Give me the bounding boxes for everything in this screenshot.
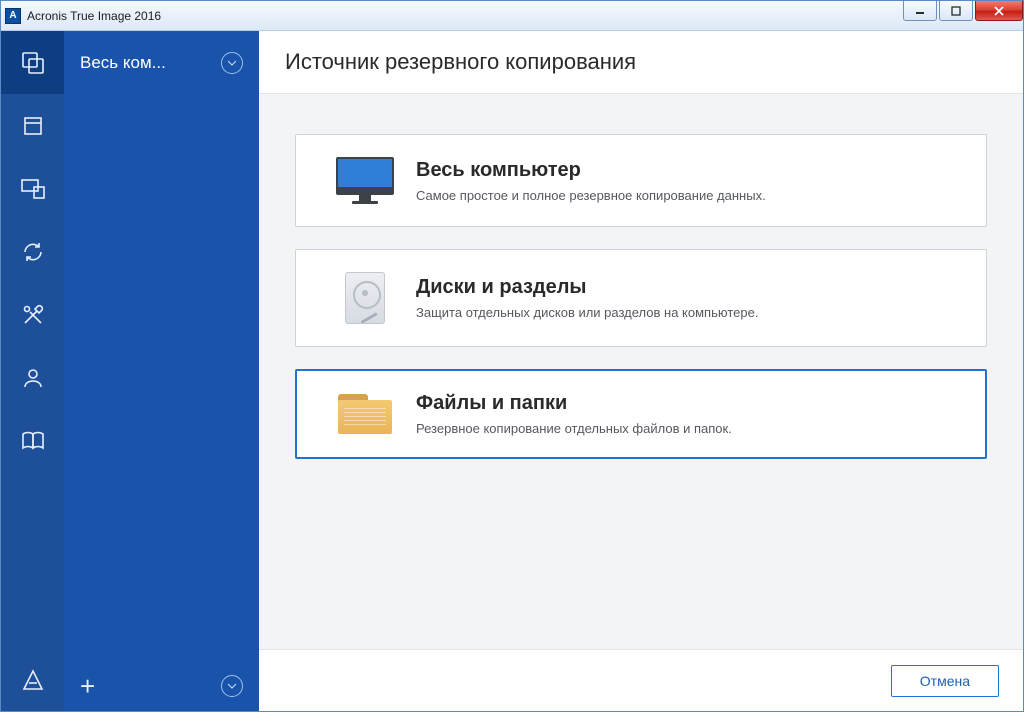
backup-icon — [20, 50, 46, 76]
main-header: Источник резервного копирования — [259, 31, 1023, 94]
monitor-icon — [324, 157, 406, 204]
nav-refresh[interactable] — [1, 220, 64, 283]
nav-brand[interactable] — [1, 648, 64, 711]
folder-icon — [324, 394, 406, 434]
option-disks-partitions[interactable]: Диски и разделы Защита отдельных дисков … — [295, 249, 987, 347]
refresh-icon — [21, 240, 45, 264]
cancel-button[interactable]: Отмена — [891, 665, 999, 697]
nav-backup[interactable] — [1, 31, 64, 94]
option-desc: Резервное копирование отдельных файлов и… — [416, 421, 732, 436]
maximize-icon — [951, 6, 961, 16]
sync-devices-icon — [20, 177, 46, 201]
app-window: A Acronis True Image 2016 — [0, 0, 1024, 712]
nav-rail — [1, 31, 64, 711]
backup-list-current[interactable]: Весь ком... — [64, 31, 259, 94]
archive-icon — [21, 114, 45, 138]
backup-current-label: Весь ком... — [80, 53, 213, 73]
add-backup-button[interactable]: + — [80, 673, 95, 699]
maximize-button[interactable] — [939, 1, 973, 21]
nav-sync[interactable] — [1, 157, 64, 220]
hdd-icon — [324, 272, 406, 324]
nav-help[interactable] — [1, 409, 64, 472]
option-title: Файлы и папки — [416, 392, 732, 415]
nav-account[interactable] — [1, 346, 64, 409]
option-title: Весь компьютер — [416, 159, 766, 182]
titlebar[interactable]: A Acronis True Image 2016 — [1, 1, 1023, 31]
chevron-down-icon[interactable] — [221, 52, 243, 74]
nav-tools[interactable] — [1, 283, 64, 346]
book-icon — [20, 430, 46, 452]
window-title: Acronis True Image 2016 — [27, 9, 161, 23]
main-footer: Отмена — [259, 649, 1023, 711]
minimize-icon — [915, 7, 925, 15]
backup-list-column: Весь ком... + — [64, 31, 259, 711]
tools-icon — [21, 303, 45, 327]
acronis-logo-icon — [21, 668, 45, 692]
source-options: Весь компьютер Самое простое и полное ре… — [259, 94, 1023, 649]
option-desc: Защита отдельных дисков или разделов на … — [416, 305, 758, 320]
list-options-button[interactable] — [221, 675, 243, 697]
nav-archive[interactable] — [1, 94, 64, 157]
person-icon — [21, 366, 45, 390]
app-icon: A — [5, 8, 21, 24]
close-button[interactable] — [975, 1, 1023, 21]
option-entire-pc[interactable]: Весь компьютер Самое простое и полное ре… — [295, 134, 987, 227]
option-title: Диски и разделы — [416, 276, 758, 299]
option-desc: Самое простое и полное резервное копиров… — [416, 188, 766, 203]
page-title: Источник резервного копирования — [285, 49, 636, 75]
app-body: Весь ком... + Источник резервного копиро… — [1, 31, 1023, 711]
main-panel: Источник резервного копирования Весь ком… — [259, 31, 1023, 711]
option-files-folders[interactable]: Файлы и папки Резервное копирование отде… — [295, 369, 987, 459]
backup-list-footer: + — [64, 661, 259, 711]
close-icon — [993, 6, 1005, 16]
minimize-button[interactable] — [903, 1, 937, 21]
